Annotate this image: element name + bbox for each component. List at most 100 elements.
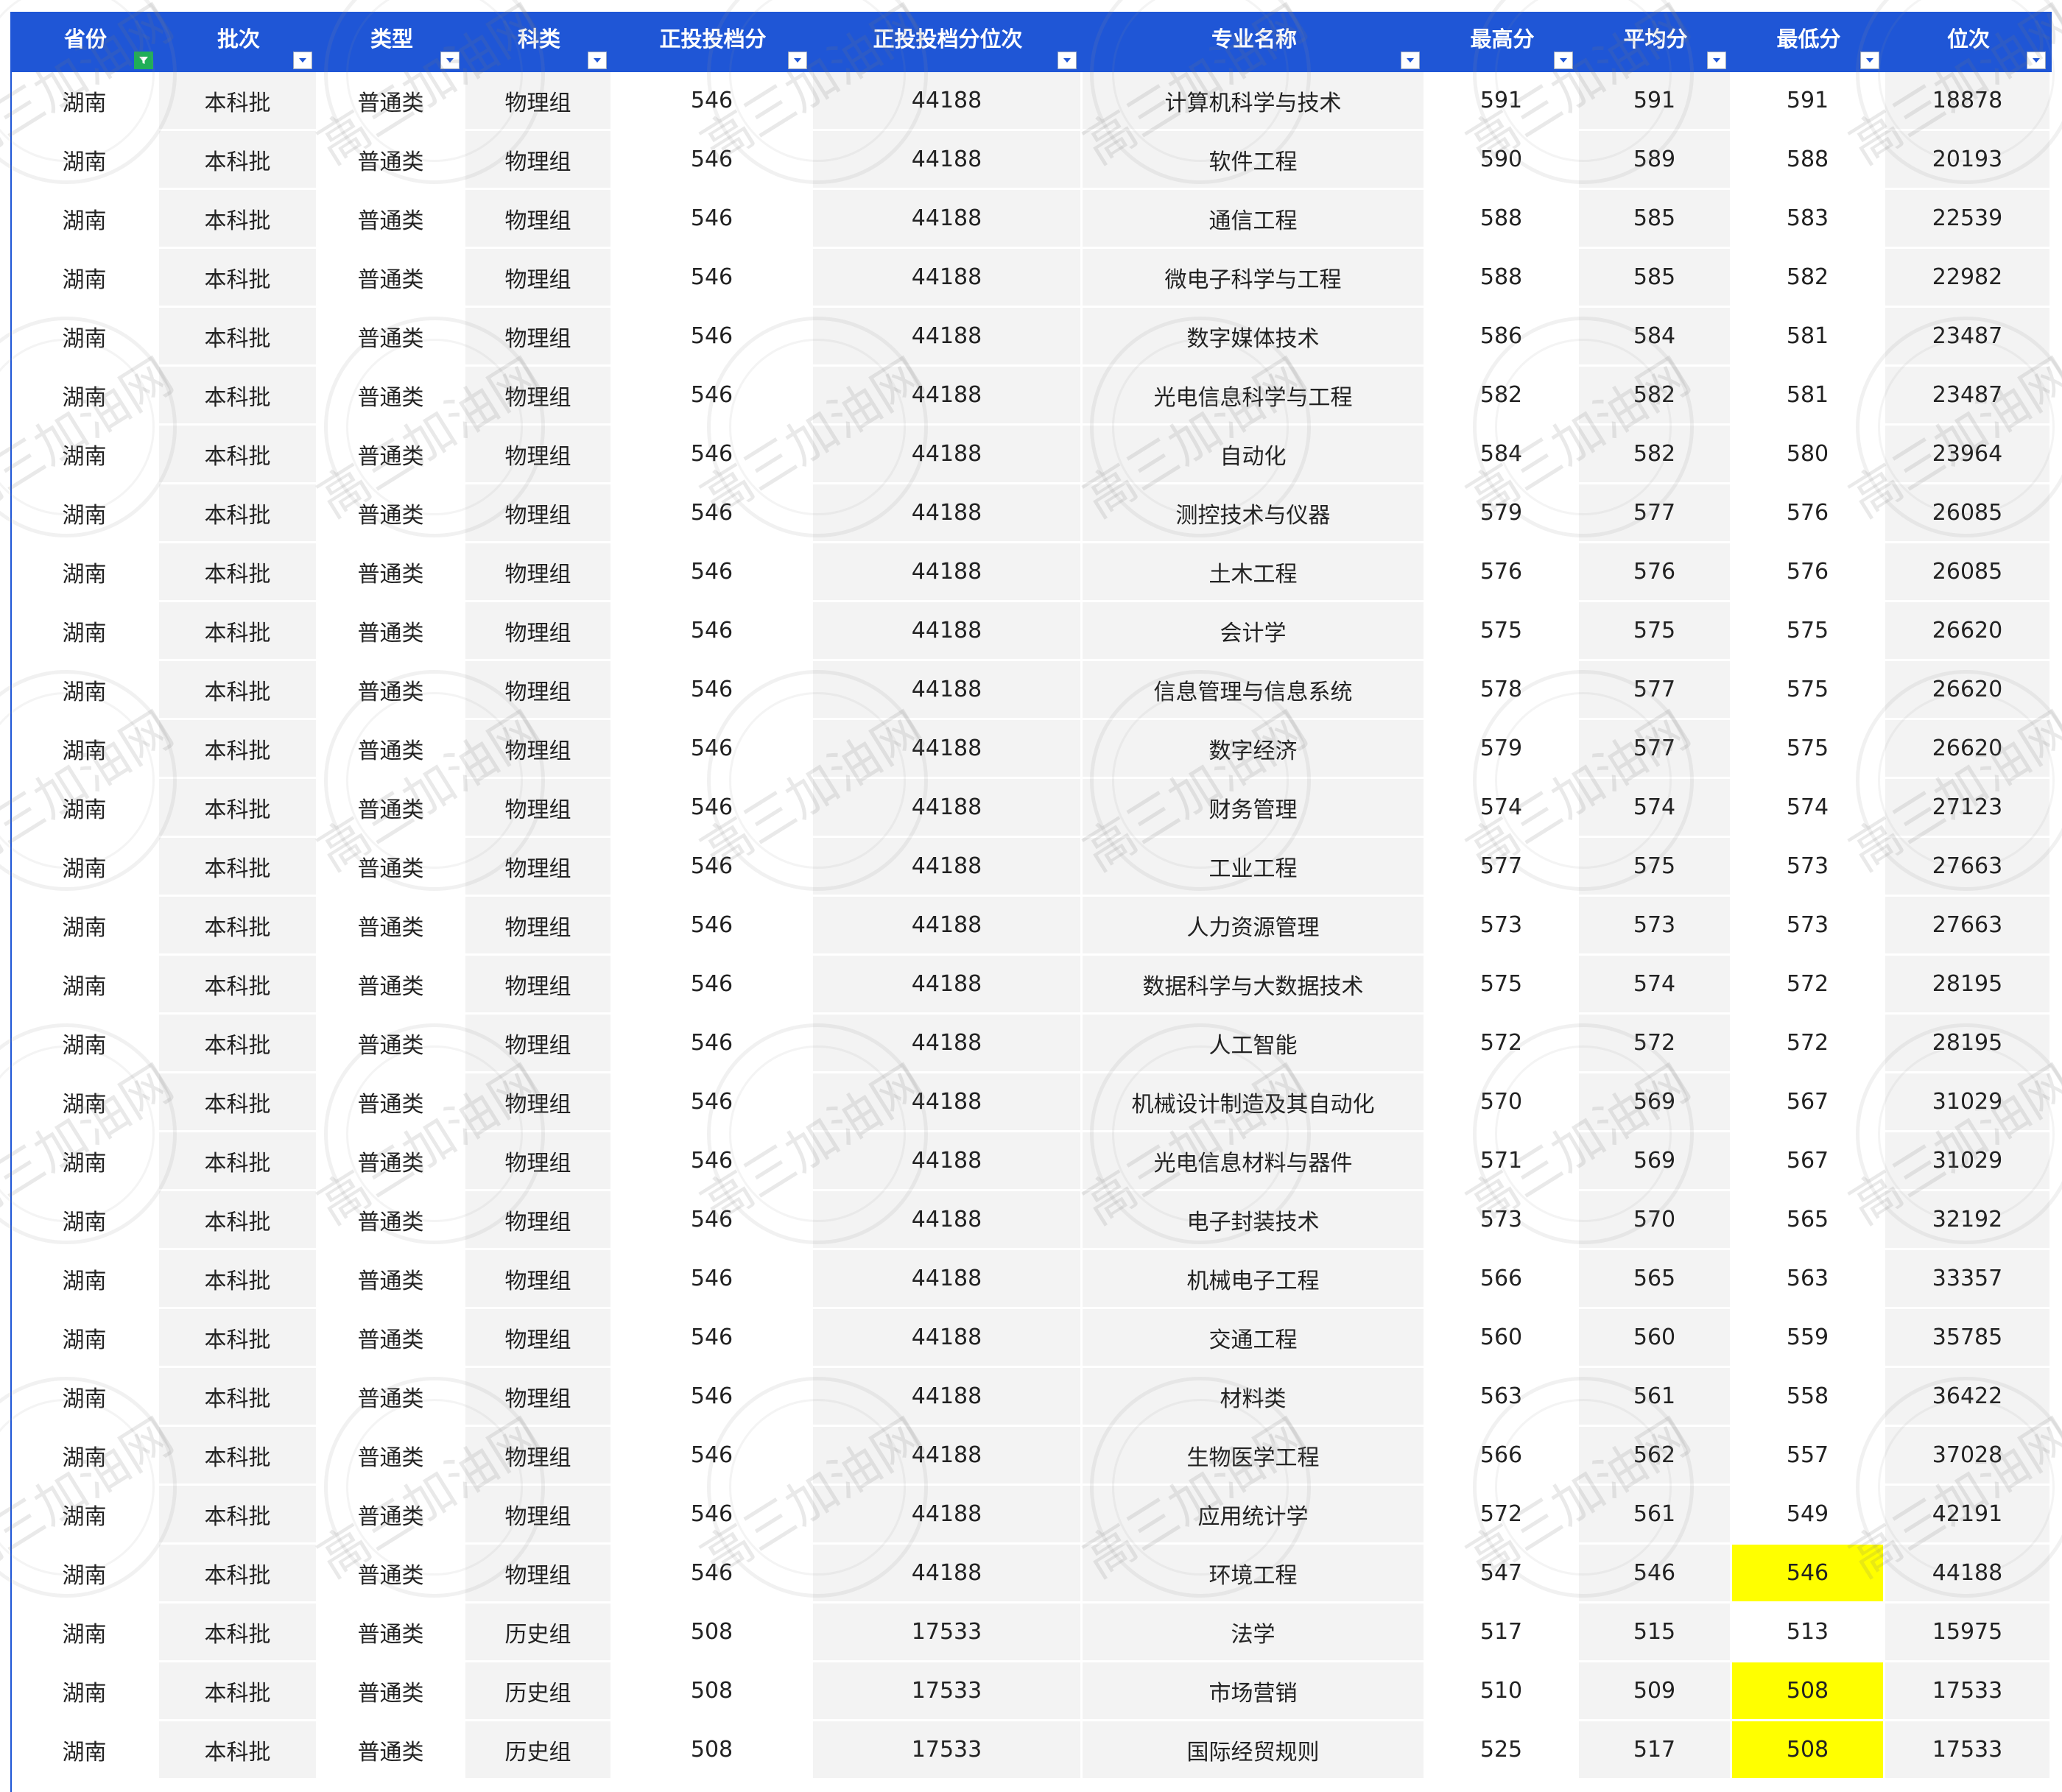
cell-type[interactable]: 普通类 (318, 367, 465, 426)
cell-rank[interactable]: 17533 (1885, 1662, 2052, 1721)
cell-cast-score[interactable]: 546 (613, 838, 813, 897)
column-header-type[interactable]: 类型 (318, 12, 465, 72)
cell-cast-rank[interactable]: 44188 (813, 897, 1083, 956)
cell-province[interactable]: 湖南 (12, 1309, 159, 1368)
cell-batch[interactable]: 本科批 (159, 602, 318, 661)
table-row[interactable]: 湖南 本科批 普通类 物理组 546 44188 人工智能 572 572 572 28195 (12, 1015, 2052, 1073)
cell-type[interactable]: 普通类 (318, 1015, 465, 1073)
cell-min-score[interactable]: 508 (1732, 1662, 1885, 1721)
cell-cast-rank[interactable]: 17533 (813, 1662, 1083, 1721)
cell-cast-rank[interactable]: 44188 (813, 1368, 1083, 1427)
column-header-min-score[interactable]: 最低分 (1732, 12, 1885, 72)
cell-cast-score[interactable]: 508 (613, 1604, 813, 1662)
cell-major-name[interactable]: 工业工程 (1083, 838, 1426, 897)
table-row[interactable]: 湖南 本科批 普通类 物理组 546 44188 财务管理 574 574 574 27123 (12, 779, 2052, 838)
column-header-max-score[interactable]: 最高分 (1426, 12, 1579, 72)
cell-cast-rank[interactable]: 44188 (813, 543, 1083, 602)
cell-avg-score[interactable]: 582 (1579, 367, 1732, 426)
cell-province[interactable]: 湖南 (12, 1721, 159, 1780)
cell-max-score[interactable]: 566 (1426, 1250, 1579, 1309)
cell-province[interactable]: 湖南 (12, 249, 159, 308)
table-row[interactable]: 湖南 本科批 普通类 物理组 546 44188 数字媒体技术 586 584 581 23487 (12, 308, 2052, 367)
table-row[interactable]: 湖南 本科批 普通类 物理组 546 44188 交通工程 560 560 559 35785 (12, 1309, 2052, 1368)
cell-rank[interactable]: 26085 (1885, 543, 2052, 602)
cell-avg-score[interactable]: 561 (1579, 1486, 1732, 1545)
cell-cast-rank[interactable]: 44188 (813, 484, 1083, 543)
table-row[interactable]: 湖南 本科批 普通类 物理组 546 44188 计算机科学与技术 591 591 591 1887… (12, 72, 2052, 131)
cell-cast-score[interactable]: 546 (613, 426, 813, 484)
cell-province[interactable]: 湖南 (12, 1250, 159, 1309)
cell-province[interactable]: 湖南 (12, 1486, 159, 1545)
cell-major-name[interactable]: 数字媒体技术 (1083, 308, 1426, 367)
cell-min-score[interactable]: 559 (1732, 1309, 1885, 1368)
cell-max-score[interactable]: 578 (1426, 661, 1579, 720)
cell-min-score[interactable]: 565 (1732, 1191, 1885, 1250)
column-header-avg-score[interactable]: 平均分 (1579, 12, 1732, 72)
cell-subject[interactable]: 物理组 (465, 367, 613, 426)
cell-min-score[interactable]: 588 (1732, 131, 1885, 190)
cell-max-score[interactable]: 573 (1426, 897, 1579, 956)
cell-cast-score[interactable]: 546 (613, 956, 813, 1015)
cell-rank[interactable]: 32192 (1885, 1191, 2052, 1250)
cell-min-score[interactable]: 573 (1732, 897, 1885, 956)
cell-province[interactable]: 湖南 (12, 131, 159, 190)
cell-type[interactable]: 普通类 (318, 72, 465, 131)
cell-type[interactable]: 普通类 (318, 1132, 465, 1191)
cell-major-name[interactable]: 人工智能 (1083, 1015, 1426, 1073)
cell-rank[interactable]: 22539 (1885, 190, 2052, 249)
cell-batch[interactable]: 本科批 (159, 897, 318, 956)
cell-province[interactable]: 湖南 (12, 720, 159, 779)
cell-cast-rank[interactable]: 44188 (813, 1132, 1083, 1191)
cell-cast-rank[interactable]: 44188 (813, 720, 1083, 779)
cell-cast-score[interactable]: 508 (613, 1721, 813, 1780)
cell-type[interactable]: 普通类 (318, 838, 465, 897)
cell-type[interactable]: 普通类 (318, 131, 465, 190)
cell-subject[interactable]: 物理组 (465, 897, 613, 956)
cell-avg-score[interactable]: 589 (1579, 131, 1732, 190)
cell-cast-score[interactable]: 546 (613, 190, 813, 249)
cell-province[interactable]: 湖南 (12, 72, 159, 131)
cell-max-score[interactable]: 560 (1426, 1309, 1579, 1368)
cell-min-score[interactable]: 582 (1732, 249, 1885, 308)
cell-type[interactable]: 普通类 (318, 1309, 465, 1368)
cell-subject[interactable]: 历史组 (465, 1721, 613, 1780)
cell-min-score[interactable]: 557 (1732, 1427, 1885, 1486)
cell-cast-rank[interactable]: 44188 (813, 367, 1083, 426)
cell-subject[interactable]: 物理组 (465, 1368, 613, 1427)
cell-cast-rank[interactable]: 44188 (813, 426, 1083, 484)
cell-rank[interactable]: 17533 (1885, 1721, 2052, 1780)
cell-subject[interactable]: 物理组 (465, 131, 613, 190)
cell-rank[interactable]: 44188 (1885, 1545, 2052, 1604)
column-header-subject[interactable]: 科类 (465, 12, 613, 72)
cell-cast-score[interactable]: 546 (613, 661, 813, 720)
cell-cast-score[interactable]: 546 (613, 720, 813, 779)
cell-rank[interactable]: 26620 (1885, 720, 2052, 779)
cell-max-score[interactable]: 510 (1426, 1662, 1579, 1721)
cell-type[interactable]: 普通类 (318, 956, 465, 1015)
cell-cast-score[interactable]: 546 (613, 602, 813, 661)
cell-max-score[interactable]: 570 (1426, 1073, 1579, 1132)
cell-min-score[interactable]: 575 (1732, 602, 1885, 661)
cell-max-score[interactable]: 572 (1426, 1486, 1579, 1545)
cell-rank[interactable]: 23487 (1885, 367, 2052, 426)
cell-min-score[interactable]: 575 (1732, 720, 1885, 779)
cell-province[interactable]: 湖南 (12, 956, 159, 1015)
cell-batch[interactable]: 本科批 (159, 661, 318, 720)
cell-max-score[interactable]: 590 (1426, 131, 1579, 190)
cell-cast-rank[interactable]: 44188 (813, 1015, 1083, 1073)
cell-subject[interactable]: 物理组 (465, 1427, 613, 1486)
cell-rank[interactable]: 37028 (1885, 1427, 2052, 1486)
table-row[interactable]: 湖南 本科批 普通类 物理组 546 44188 人力资源管理 573 573 573 27663 (12, 897, 2052, 956)
cell-province[interactable]: 湖南 (12, 897, 159, 956)
table-row[interactable]: 湖南 本科批 普通类 物理组 546 44188 环境工程 547 546 546 44188 (12, 1545, 2052, 1604)
cell-avg-score[interactable]: 577 (1579, 720, 1732, 779)
cell-batch[interactable]: 本科批 (159, 1427, 318, 1486)
cell-province[interactable]: 湖南 (12, 308, 159, 367)
cell-min-score[interactable]: 567 (1732, 1073, 1885, 1132)
cell-batch[interactable]: 本科批 (159, 779, 318, 838)
cell-cast-score[interactable]: 546 (613, 308, 813, 367)
cell-batch[interactable]: 本科批 (159, 1132, 318, 1191)
cell-cast-score[interactable]: 546 (613, 249, 813, 308)
column-header-major-name[interactable]: 专业名称 (1083, 12, 1426, 72)
cell-subject[interactable]: 物理组 (465, 249, 613, 308)
